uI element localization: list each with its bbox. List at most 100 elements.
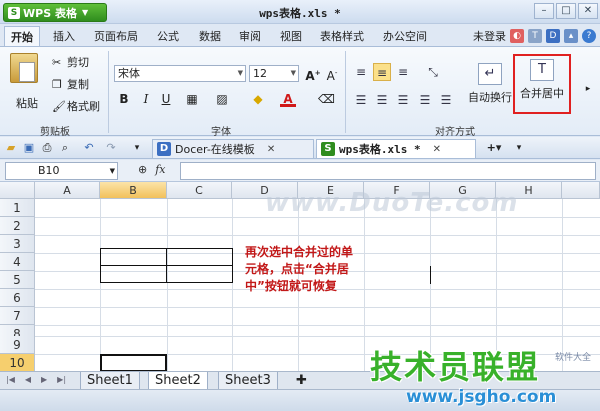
fill-color-icon[interactable]: ◆ <box>250 91 266 107</box>
select-all-corner[interactable] <box>0 182 35 199</box>
zoom-icon[interactable]: ⊕ <box>138 163 147 176</box>
paste-button[interactable]: 粘贴 <box>16 95 38 111</box>
name-box[interactable]: B10 ▼ <box>5 162 118 180</box>
align-center-icon[interactable]: ☰ <box>373 91 391 109</box>
customize-toolbar-icon[interactable]: ▾ <box>130 141 144 155</box>
column-header[interactable]: C <box>167 182 232 199</box>
tab-office-space[interactable]: 办公空间 <box>383 28 427 44</box>
help-icon[interactable]: ? <box>582 29 596 43</box>
collapse-icon[interactable]: ▴ <box>564 29 578 43</box>
shirt-icon[interactable]: T <box>528 29 542 43</box>
scissors-icon: ✂ <box>52 56 62 69</box>
underline-button[interactable]: U <box>158 91 174 107</box>
minimize-button[interactable]: – <box>534 3 554 19</box>
active-cell-b10[interactable] <box>100 354 167 371</box>
cut-button[interactable]: ✂ 剪切 <box>52 54 89 70</box>
last-sheet-icon[interactable]: ▶| <box>57 375 66 384</box>
skin-icon[interactable]: ◐ <box>510 29 524 43</box>
align-right-icon[interactable]: ☰ <box>394 91 412 109</box>
copy-button[interactable]: ❐ 复制 <box>52 76 89 92</box>
maximize-button[interactable]: □ <box>556 3 576 19</box>
close-button[interactable]: ✕ <box>578 3 598 19</box>
row-header[interactable]: 6 <box>0 289 35 307</box>
decrease-font-icon[interactable]: A- <box>324 65 340 83</box>
column-header[interactable]: B <box>100 182 167 199</box>
window-title: wps表格.xls * <box>259 7 341 20</box>
instruction-note: 再次选中合并过的单 元格，点击“合并居 中”按钮就可恢复 <box>245 244 405 295</box>
close-icon[interactable]: ✕ <box>267 144 275 155</box>
border-icon[interactable]: ▦ <box>184 91 200 107</box>
docer-icon[interactable]: D <box>546 29 560 43</box>
open-folder-icon[interactable]: ▰ <box>4 141 18 155</box>
menu-tabs: 开始 插入 页面布局 公式 数据 审阅 视图 表格样式 办公空间 未登录 ◐ T… <box>0 24 600 47</box>
clear-format-icon[interactable]: ⌫ <box>318 91 335 107</box>
font-size-value: 12 <box>253 67 267 80</box>
row-header[interactable]: 3 <box>0 235 35 253</box>
italic-button[interactable]: I <box>138 91 154 107</box>
ribbon-scroll-icon[interactable]: ▸ <box>580 81 596 97</box>
align-top-icon[interactable]: ≡ <box>352 63 370 81</box>
font-color-icon[interactable]: A <box>280 91 296 107</box>
row-header[interactable]: 7 <box>0 307 35 325</box>
format-painter-button[interactable]: 🖌 格式刷 <box>52 98 100 114</box>
align-middle-icon[interactable]: ≡ <box>373 63 391 81</box>
text-direction-icon[interactable]: ⤡ <box>424 63 442 81</box>
paste-icon[interactable] <box>10 53 38 83</box>
function-icon[interactable]: fx <box>155 163 165 176</box>
divider <box>108 51 109 133</box>
redo-icon[interactable]: ↷ <box>104 141 118 155</box>
new-tab-icon[interactable]: +▾ <box>484 141 504 155</box>
row-header[interactable]: 1 <box>0 199 35 217</box>
tab-insert[interactable]: 插入 <box>53 28 75 44</box>
print-preview-icon[interactable]: ⌕ <box>58 141 72 155</box>
sheet-tab-3[interactable]: Sheet3 <box>218 372 278 390</box>
row-header[interactable]: 9 <box>0 336 35 354</box>
sheet-tab-1[interactable]: Sheet1 <box>80 372 140 390</box>
undo-icon[interactable]: ↶ <box>82 141 96 155</box>
login-status[interactable]: 未登录 <box>473 28 506 44</box>
site-tag: 软件大全 <box>555 353 592 363</box>
wrap-text-label: 自动换行 <box>468 91 512 104</box>
align-bottom-icon[interactable]: ≡ <box>394 63 412 81</box>
next-sheet-icon[interactable]: ▶ <box>41 375 47 384</box>
font-name-select[interactable]: 宋体 ▼ <box>114 65 246 82</box>
justify-icon[interactable]: ☰ <box>416 91 434 109</box>
title-bar: S WPS 表格 ▼ wps表格.xls * – □ ✕ <box>0 0 600 24</box>
tab-data[interactable]: 数据 <box>199 28 221 44</box>
row-header[interactable]: 10 <box>0 354 35 371</box>
doc-tab-wps[interactable]: S wps表格.xls * ✕ <box>316 139 476 158</box>
row-header[interactable]: 2 <box>0 217 35 235</box>
increase-font-icon[interactable]: A+ <box>305 65 321 83</box>
prev-sheet-icon[interactable]: ◀ <box>25 375 31 384</box>
column-header[interactable] <box>562 182 600 199</box>
tab-table-style[interactable]: 表格样式 <box>320 28 364 44</box>
format-painter-label: 格式刷 <box>67 100 100 113</box>
save-icon[interactable]: ▣ <box>22 141 36 155</box>
fill-style-icon[interactable]: ▨ <box>214 91 230 107</box>
tab-formulas[interactable]: 公式 <box>157 28 179 44</box>
column-header[interactable]: A <box>35 182 100 199</box>
row-header[interactable]: 4 <box>0 253 35 271</box>
font-size-select[interactable]: 12 ▼ <box>249 65 299 82</box>
sheet-tab-2[interactable]: Sheet2 <box>148 372 208 390</box>
tab-home[interactable]: 开始 <box>4 26 40 47</box>
copy-label: 复制 <box>67 78 89 91</box>
row-header[interactable]: 5 <box>0 271 35 289</box>
wrap-text-button[interactable]: ↵ 自动换行 <box>466 61 514 113</box>
tab-review[interactable]: 审阅 <box>239 28 261 44</box>
first-sheet-icon[interactable]: |◀ <box>6 375 15 384</box>
formula-input[interactable] <box>180 162 596 180</box>
add-sheet-icon[interactable]: ✚ <box>296 373 307 388</box>
bold-button[interactable]: B <box>116 91 132 107</box>
chevron-down-icon: ▼ <box>290 69 296 77</box>
tab-page-layout[interactable]: 页面布局 <box>94 28 138 44</box>
print-icon[interactable]: ⎙ <box>40 141 54 155</box>
close-icon[interactable]: ✕ <box>433 144 441 155</box>
align-left-icon[interactable]: ☰ <box>352 91 370 109</box>
site-brand: 技术员联盟 <box>370 348 541 386</box>
tab-view[interactable]: 视图 <box>280 28 302 44</box>
distributed-icon[interactable]: ☰ <box>437 91 455 109</box>
tab-list-icon[interactable]: ▾ <box>512 141 526 155</box>
merge-highlight-box <box>513 54 571 114</box>
doc-tab-docer[interactable]: D Docer-在线模板 ✕ <box>152 139 314 158</box>
